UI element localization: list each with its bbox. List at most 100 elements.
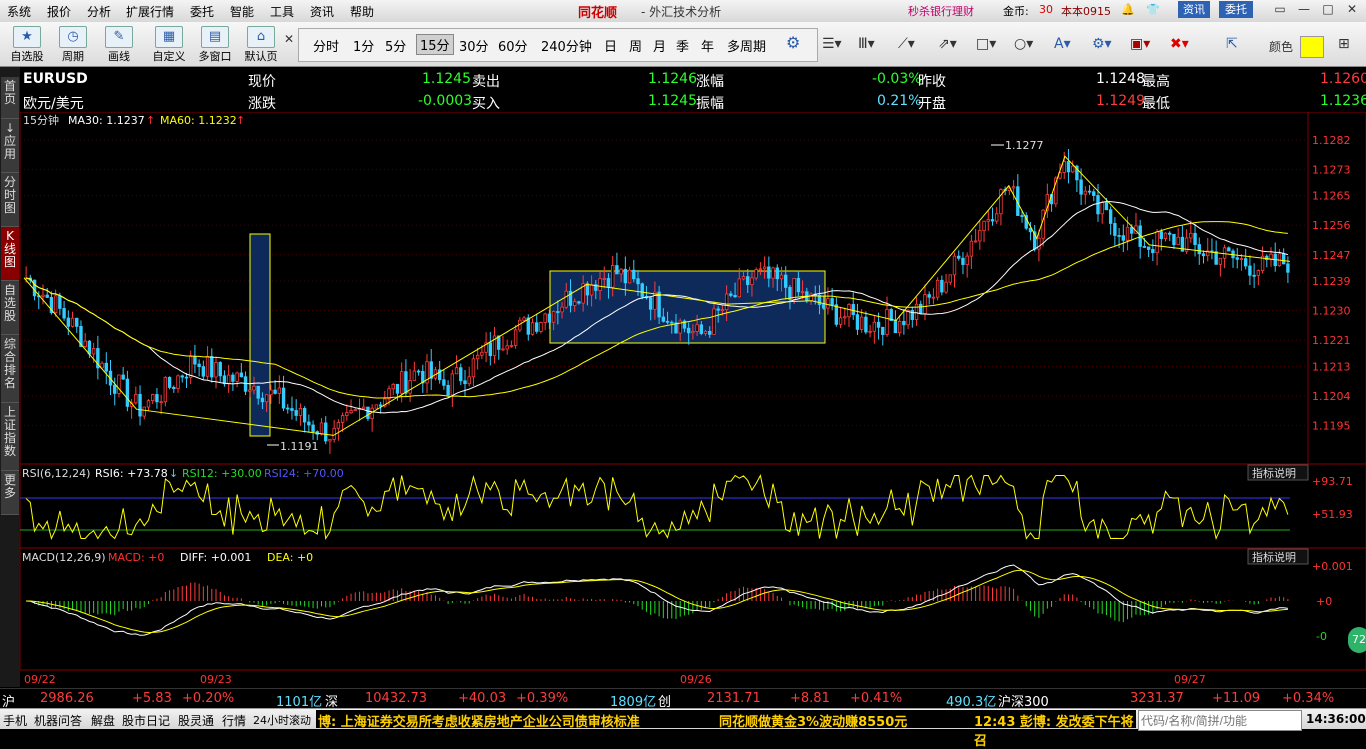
period-15min[interactable]: 15分 <box>416 34 454 55</box>
candle-body <box>155 394 159 403</box>
period-intraday[interactable]: 分时 <box>313 36 339 55</box>
period-5min[interactable]: 5分 <box>385 36 406 55</box>
draw-button[interactable]: ✎ 画线 <box>98 24 140 64</box>
news-ticker[interactable]: 博: 上海证券交易所考虑收紧房地产企业公司债审核标准 同花顺做黄金3%波动赚85… <box>316 710 1136 749</box>
candle-body <box>885 308 889 335</box>
side-tab-kline[interactable]: K线图 <box>1 227 19 281</box>
candle-body <box>1286 263 1290 273</box>
candle-body <box>619 268 623 275</box>
candle-body <box>724 293 729 310</box>
period-240min[interactable]: 240分钟 <box>541 36 592 55</box>
arrow-tool-icon[interactable]: ⇗▾ <box>938 36 957 52</box>
text-tool-icon[interactable]: A▾ <box>1054 36 1071 52</box>
bottom-robot-qa[interactable]: 机器问答 <box>34 712 82 729</box>
candle-body <box>830 298 834 306</box>
candle-body <box>1218 257 1223 265</box>
home-icon: ⌂ <box>247 26 275 48</box>
period-week[interactable]: 周 <box>629 36 642 55</box>
side-tab-sh-index[interactable]: 上证指数 <box>1 403 19 471</box>
side-tab-ranking[interactable]: 综合排名 <box>1 335 19 403</box>
candle-body <box>1087 190 1092 193</box>
menu-trade[interactable]: 委托 <box>190 3 214 20</box>
menu-tools[interactable]: 工具 <box>270 3 294 20</box>
candle-body <box>210 356 214 378</box>
bell-icon[interactable]: 🔔 <box>1121 3 1135 16</box>
panel-toggle-icon[interactable]: ⊞ <box>1338 36 1350 52</box>
menu-analysis[interactable]: 分析 <box>87 3 111 20</box>
candle-body <box>353 409 357 411</box>
bottom-mobile[interactable]: 手机 <box>3 712 27 729</box>
shirt-icon[interactable]: 👕 <box>1146 3 1160 16</box>
username[interactable]: 本本0915 <box>1061 3 1111 19</box>
trade-button[interactable]: 委托 <box>1219 1 1253 18</box>
rectangle-tool-icon[interactable]: □▾ <box>976 36 996 52</box>
fan-tool-icon[interactable]: ⟋▾ <box>898 36 915 52</box>
maximize-icon[interactable]: □ <box>1318 2 1338 19</box>
windows-icon: ▤ <box>201 26 229 48</box>
menu-system[interactable]: 系统 <box>7 3 31 20</box>
settings-tool-icon[interactable]: ⚙▾ <box>1092 36 1112 52</box>
ticker-item-1[interactable]: 博: 上海证券交易所考虑收紧房地产企业公司债审核标准 <box>318 711 640 730</box>
bookmark-tool-icon[interactable]: ▣▾ <box>1130 36 1150 52</box>
candle-body <box>838 317 843 325</box>
candle-body <box>1142 246 1147 248</box>
color-swatch[interactable] <box>1300 36 1324 58</box>
period-month[interactable]: 月 <box>653 36 666 55</box>
candle-body <box>881 326 885 335</box>
kline-ytick: 1.1282 <box>1312 134 1351 147</box>
candle-body <box>526 317 530 335</box>
menu-news[interactable]: 资讯 <box>310 3 334 20</box>
default-page-button[interactable]: ⌂ 默认页 <box>240 24 282 64</box>
side-tab-watchlist[interactable]: 自选股 <box>1 281 19 335</box>
side-tab-intraday[interactable]: 分时图 <box>1 173 19 227</box>
macd-ytick-low: -0 <box>1316 630 1327 643</box>
candle-body <box>1222 247 1227 259</box>
minimize-icon[interactable]: — <box>1294 2 1314 19</box>
period-multi[interactable]: 多周期 <box>727 36 766 55</box>
period-1min[interactable]: 1分 <box>353 36 374 55</box>
side-tab-apps[interactable]: ↓ 应用 <box>1 119 19 173</box>
ticker-item-3[interactable]: 12:43 彭博: 发改委下午将召 <box>974 711 1136 749</box>
period-30min[interactable]: 30分 <box>459 36 489 55</box>
period-year[interactable]: 年 <box>701 36 714 55</box>
bottom-quote[interactable]: 行情 <box>222 712 246 729</box>
candle-body <box>91 348 96 355</box>
menu-smart[interactable]: 智能 <box>230 3 254 20</box>
menu-quote[interactable]: 报价 <box>47 3 71 20</box>
notification-bubble[interactable]: 72 <box>1348 627 1366 653</box>
bottom-analysis[interactable]: 解盘 <box>91 712 115 729</box>
candle-body <box>876 321 881 328</box>
side-tab-more[interactable]: 更多 <box>1 471 19 515</box>
period-60min[interactable]: 60分 <box>498 36 528 55</box>
bars-tool-icon[interactable]: Ⅲ▾ <box>858 36 875 52</box>
line-tool-icon[interactable]: ☰▾ <box>822 36 842 52</box>
grid-icon: ▦ <box>155 26 183 48</box>
period-button[interactable]: ◷ 周期 <box>52 24 94 64</box>
multiwindow-button[interactable]: ▤ 多窗口 <box>194 24 236 64</box>
period-day[interactable]: 日 <box>604 36 617 55</box>
export-tool-icon[interactable]: ⇱ <box>1226 36 1238 52</box>
circle-tool-icon[interactable]: ○▾ <box>1014 36 1033 52</box>
delete-tool-icon[interactable]: ✖▾ <box>1170 36 1189 52</box>
chart-area[interactable]: 15分钟 MA30: 1.1237 ↑ MA60: 1.1232 ↑ 1.128… <box>20 112 1366 688</box>
candle-body <box>560 306 564 313</box>
restore-icon[interactable]: ▭ <box>1270 2 1290 19</box>
settings-gear-icon[interactable]: ⚙ <box>786 33 800 52</box>
side-tab-home[interactable]: 首页 <box>1 77 19 119</box>
menu-help[interactable]: 帮助 <box>350 3 374 20</box>
bottom-gulingtong[interactable]: 股灵通 <box>178 712 214 729</box>
close-icon[interactable]: ✕ <box>1342 2 1362 19</box>
collapse-icon[interactable]: ✕ <box>284 32 294 46</box>
ticker-item-2[interactable]: 同花顺做黄金3%波动赚8550元 <box>719 711 907 730</box>
period-quarter[interactable]: 季 <box>676 36 689 55</box>
menu-extended-quote[interactable]: 扩展行情 <box>126 3 174 20</box>
news-button[interactable]: 资讯 <box>1178 1 1210 18</box>
bottom-diary[interactable]: 股市日记 <box>122 712 170 729</box>
watchlist-button[interactable]: ★ 自选股 <box>6 24 48 64</box>
bottom-24h-news[interactable]: 24小时滚动 <box>253 712 311 728</box>
candle-body <box>1151 249 1155 254</box>
candle-body <box>104 362 108 372</box>
custom-button[interactable]: ▦ 自定义 <box>148 24 190 64</box>
promo-link[interactable]: 秒杀银行理财 <box>908 3 974 19</box>
candle-body <box>1104 202 1109 211</box>
